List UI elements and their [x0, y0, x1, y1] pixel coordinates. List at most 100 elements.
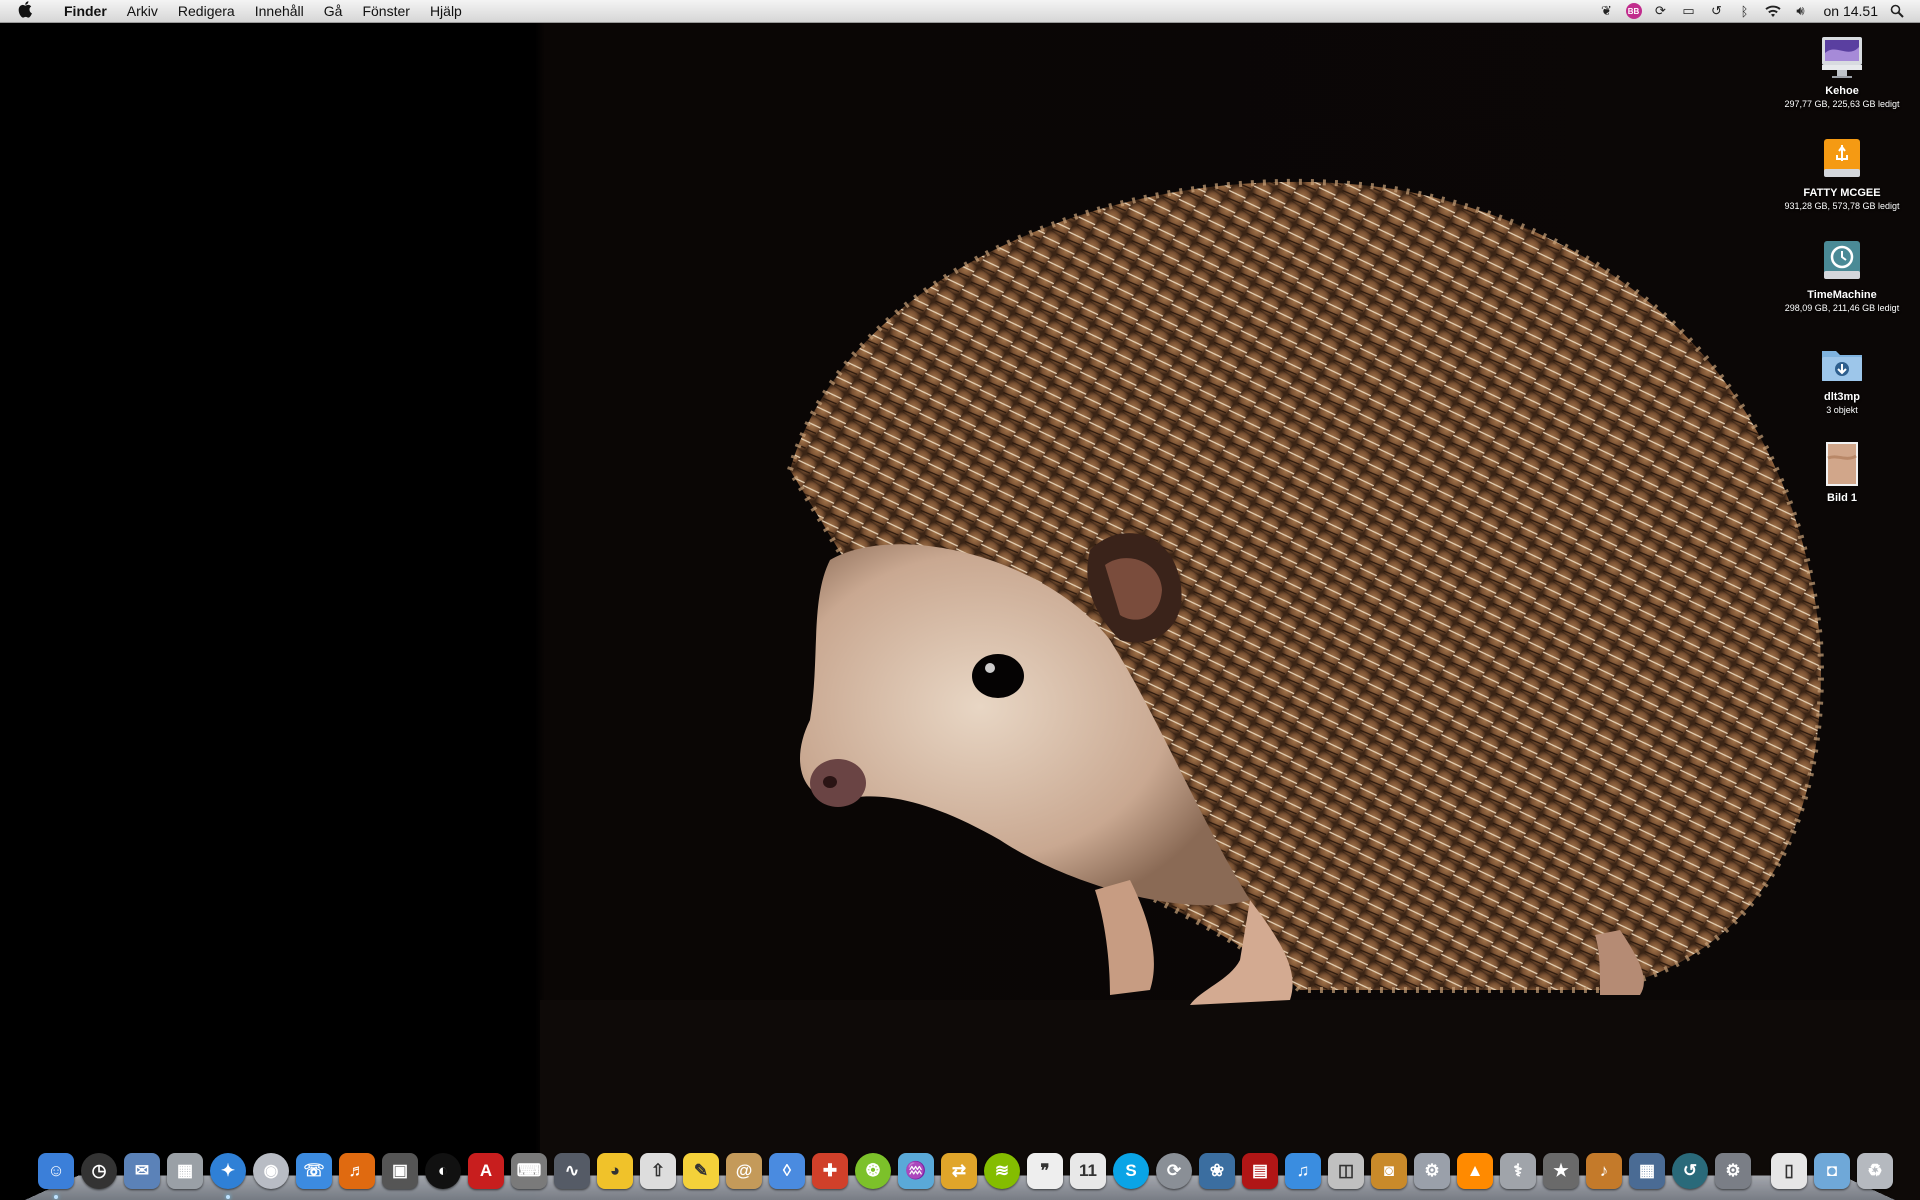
dock-item-imovie[interactable]: ★ [1540, 1150, 1582, 1192]
desktop-icon-info: 3 objekt [1826, 405, 1858, 415]
wifi-icon[interactable] [1764, 2, 1782, 20]
menu-ga[interactable]: Gå [314, 3, 353, 19]
dock-item-dashboard[interactable]: ◷ [78, 1150, 120, 1192]
dock-item-disk-utility[interactable]: ⚕ [1497, 1150, 1539, 1192]
dock-item-photo-booth[interactable]: ▤ [1239, 1150, 1281, 1192]
document-stack-icon: ▯ [1771, 1153, 1807, 1189]
desktop-icon-name: TimeMachine [1807, 289, 1877, 301]
photo-booth-icon: ▤ [1242, 1153, 1278, 1189]
dock-item-document-stack[interactable]: ▯ [1768, 1150, 1810, 1192]
volume-icon[interactable]: 🔊︎ [1792, 2, 1810, 20]
dock-item-vlc[interactable]: ▲ [1454, 1150, 1496, 1192]
desktop: Finder Arkiv Redigera Innehåll Gå Fönste… [0, 0, 1920, 1200]
dock-item-dvd-player[interactable]: ◉ [250, 1150, 292, 1192]
running-indicator [54, 1195, 58, 1199]
menu-arkiv[interactable]: Arkiv [117, 3, 168, 19]
status-area: ❦ BB ⟳ ▭ ↺ ᛒ 🔊︎ on 14.51 [1598, 0, 1907, 22]
desktop-icon-timemachine[interactable]: TimeMachine 298,09 GB, 211,46 GB ledigt [1767, 237, 1917, 313]
dock-item-calculator[interactable]: ▦ [164, 1150, 206, 1192]
image-capture-icon: ◙ [1371, 1153, 1407, 1189]
menu-fonster[interactable]: Fönster [352, 3, 419, 19]
dock-item-automator[interactable]: ⚙ [1411, 1150, 1453, 1192]
stickies-icon: ✎ [683, 1153, 719, 1189]
dock-item-keyboard[interactable]: ⌨ [508, 1150, 550, 1192]
disk-utility-icon: ⚕ [1500, 1153, 1536, 1189]
bottle-icon: ◊ [769, 1153, 805, 1189]
dock-item-audacity[interactable]: ♬ [336, 1150, 378, 1192]
image-thumbnail-icon [1818, 440, 1866, 488]
folder-sync-icon: ⇄ [941, 1153, 977, 1189]
menu-innehall[interactable]: Innehåll [245, 3, 314, 19]
dock-item-system-preferences[interactable]: ⚙ [1712, 1150, 1754, 1192]
dock-item-film[interactable]: ▣ [379, 1150, 421, 1192]
dock-item-skype[interactable]: S [1110, 1150, 1152, 1192]
time-machine-status-icon[interactable]: ↺ [1708, 2, 1726, 20]
address-book-icon: @ [726, 1153, 762, 1189]
dock-item-iphoto[interactable]: ❀ [1196, 1150, 1238, 1192]
safari-icon: ✦ [210, 1153, 246, 1189]
dock-item-bottle[interactable]: ◊ [766, 1150, 808, 1192]
desktop-icon-info: 931,28 GB, 573,78 GB ledigt [1784, 201, 1900, 211]
ichat-icon: ☏ [296, 1153, 332, 1189]
dock-item-wave[interactable]: ∿ [551, 1150, 593, 1192]
dock-item-camera-folder[interactable]: ◘ [1811, 1150, 1853, 1192]
desktop-icon-dlt3mp[interactable]: dlt3mp 3 objekt [1767, 339, 1917, 415]
expose-icon: ▦ [1629, 1153, 1665, 1189]
dock-item-garageband[interactable]: ♪ [1583, 1150, 1625, 1192]
dock-item-spotify[interactable]: ≋ [981, 1150, 1023, 1192]
downloads-folder-icon [1818, 339, 1866, 387]
skype-icon: S [1113, 1153, 1149, 1189]
dvd-player-icon: ◉ [253, 1153, 289, 1189]
dock-item-time-machine[interactable]: ↺ [1669, 1150, 1711, 1192]
dock-item-trash[interactable]: ♻ [1854, 1150, 1896, 1192]
dock-item-ableton-live[interactable]: ◐ [422, 1150, 464, 1192]
dock-item-itunes[interactable]: ♫ [1282, 1150, 1324, 1192]
dock-item-stickies[interactable]: ✎ [680, 1150, 722, 1192]
dock-item-hair-dryer[interactable]: ✚ [809, 1150, 851, 1192]
dock-item-flickr-uploadr[interactable]: ⇧ [637, 1150, 679, 1192]
dock-item-finder[interactable]: ☺ [35, 1150, 77, 1199]
desktop-icon-bild-1[interactable]: Bild 1 [1767, 440, 1917, 504]
dock-item-safari[interactable]: ✦ [207, 1150, 249, 1199]
dock-item-folder-sync[interactable]: ⇄ [938, 1150, 980, 1192]
cyberduck-icon: ◕ [597, 1153, 633, 1189]
dock-item-expose[interactable]: ▦ [1626, 1150, 1668, 1192]
ical-icon: 11 [1070, 1153, 1106, 1189]
ableton-live-icon: ◐ [425, 1153, 461, 1189]
menu-redigera[interactable]: Redigera [168, 3, 245, 19]
dock-item-automap[interactable]: A [465, 1150, 507, 1192]
desktop-icon-name: Kehoe [1825, 85, 1859, 97]
growl-icon[interactable]: ❦ [1598, 2, 1616, 20]
dock-item-lime[interactable]: ❂ [852, 1150, 894, 1192]
menu-hjalp[interactable]: Hjälp [420, 3, 472, 19]
wallpaper-hedgehog [540, 178, 1920, 1200]
mail-icon: ✉ [124, 1153, 160, 1189]
imovie-icon: ★ [1543, 1153, 1579, 1189]
dock-item-mail[interactable]: ✉ [121, 1150, 163, 1192]
keyboard-icon: ⌨ [511, 1153, 547, 1189]
menu-app-finder[interactable]: Finder [54, 3, 117, 19]
dock-item-ichat[interactable]: ☏ [293, 1150, 335, 1192]
dock-item-cyberduck[interactable]: ◕ [594, 1150, 636, 1192]
spotlight-search-icon[interactable] [1888, 2, 1906, 20]
menubar-clock[interactable]: on 14.51 [1824, 3, 1879, 19]
film-icon: ▣ [382, 1153, 418, 1189]
bb-status-badge[interactable]: BB [1625, 3, 1642, 19]
running-indicator [226, 1195, 230, 1199]
dock-item-sync[interactable]: ⟳ [1153, 1150, 1195, 1192]
bluetooth-icon[interactable]: ᛒ [1736, 2, 1754, 20]
automap-icon: A [468, 1153, 504, 1189]
apple-menu-icon[interactable] [18, 0, 40, 23]
usb-drive-icon [1818, 135, 1866, 183]
dock-item-image-capture[interactable]: ◙ [1368, 1150, 1410, 1192]
dock-item-ical[interactable]: 11 [1067, 1150, 1109, 1192]
dock-item-fish[interactable]: ♒ [895, 1150, 937, 1192]
dock-item-address-book[interactable]: @ [723, 1150, 765, 1192]
speech-bubble-icon: ❞ [1027, 1153, 1063, 1189]
desktop-icon-fatty-mcgee[interactable]: FATTY MCGEE 931,28 GB, 573,78 GB ledigt [1767, 135, 1917, 211]
desktop-icon-kehoe[interactable]: Kehoe 297,77 GB, 225,63 GB ledigt [1767, 33, 1917, 109]
sync-status-icon[interactable]: ⟳ [1652, 2, 1670, 20]
dock-item-speech-bubble[interactable]: ❞ [1024, 1150, 1066, 1192]
dock-item-preview[interactable]: ◫ [1325, 1150, 1367, 1192]
display-mirroring-icon[interactable]: ▭ [1680, 2, 1698, 20]
